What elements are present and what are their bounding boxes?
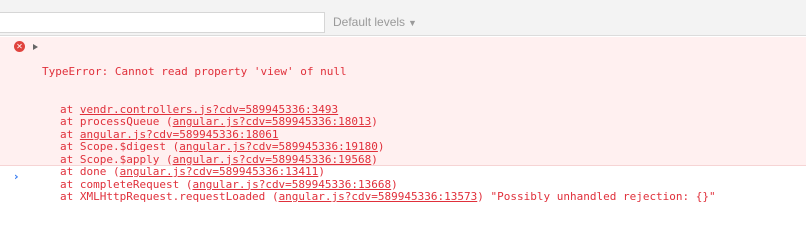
stack-frame-function: processQueue [79,115,166,128]
stack-frame-function: XMLHttpRequest.requestLoaded [79,190,272,203]
stack-frame-open-paren: ( [165,152,173,166]
stack-frame-close-paren: ) [377,140,385,153]
log-levels-label: Default levels [333,15,406,29]
console-toolbar: Default levels ▼ [0,0,806,36]
error-circle-icon: ✕ [14,41,25,52]
stack-frame-at: at [60,127,80,141]
prompt-chevron-icon: › [14,170,19,183]
stack-frame-source-link[interactable]: angular.js?cdv=589945336:18061 [80,128,279,141]
stack-frame-open-paren: ( [165,115,173,128]
chevron-down-icon: ▼ [408,18,417,28]
filter-input[interactable] [0,12,325,33]
stack-frame-open-paren: ( [271,190,279,203]
stack-frame-function: Scope.$digest [79,140,173,153]
stack-frame-close-paren: ) [371,115,378,128]
stack-frames: at vendr.controllers.js?cdv=589945336:34… [42,102,716,204]
stack-frame-source-link[interactable]: angular.js?cdv=589945336:13573 [279,190,478,203]
stack-frame-at: at [60,115,80,128]
stack-frame-close-paren: ) [371,152,378,166]
error-first-line[interactable]: TypeError: Cannot read property 'view' o… [42,65,716,79]
stack-frame-at: at [60,152,80,166]
expand-triangle-icon[interactable] [33,44,38,50]
devtools-console: Default levels ▼ ✕ TypeError: Cannot read… [0,0,806,225]
error-stack: TypeError: Cannot read property 'view' o… [42,41,716,229]
stack-frame: at XMLHttpRequest.requestLoaded (angular… [42,190,716,204]
stack-frame-suffix: "Possibly unhandled rejection: {}" [483,190,716,203]
stack-frame-at: at [60,190,80,203]
stack-frame-source-link[interactable]: angular.js?cdv=589945336:19568 [173,153,372,166]
stack-frame-source-link[interactable]: vendr.controllers.js?cdv=589945336:3493 [80,103,338,116]
stack-frame-source-link[interactable]: angular.js?cdv=589945336:18013 [173,115,372,128]
console-input[interactable] [30,167,790,187]
console-prompt[interactable]: › [0,167,806,187]
stack-frame-at: at [60,140,80,153]
stack-frame-function: Scope.$apply [79,152,166,166]
stack-frame-at: at [60,102,80,116]
stack-frame-close-paren: ) [477,190,484,203]
stack-frame-source-link[interactable]: angular.js?cdv=589945336:19180 [179,140,378,153]
log-levels-dropdown[interactable]: Default levels ▼ [333,15,417,29]
